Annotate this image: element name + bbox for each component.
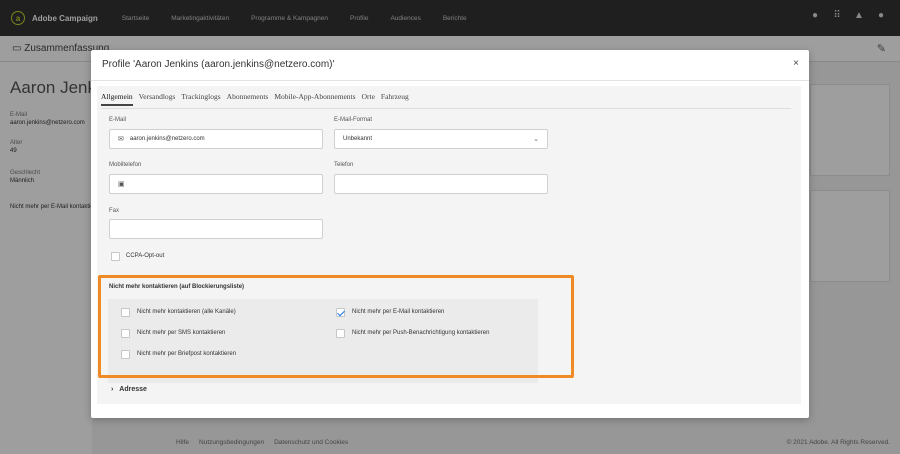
tab-tracking-logs[interactable]: Trackinglogs: [181, 92, 220, 106]
highlight-box: [98, 275, 574, 378]
sms-icon: ▣: [118, 181, 125, 188]
ccpa-optout-checkbox[interactable]: [111, 252, 120, 261]
tab-subscriptions[interactable]: Abonnements: [227, 92, 269, 106]
tab-locations[interactable]: Orte: [362, 92, 375, 106]
divider: [91, 80, 809, 81]
profile-tabs: Allgemein Versandlogs Trackinglogs Abonn…: [101, 92, 409, 106]
footer: Hilfe Nutzungsbedingungen Datenschutz un…: [0, 430, 900, 454]
envelope-icon: ✉: [118, 136, 124, 143]
footer-link-privacy[interactable]: Datenschutz und Cookies: [274, 439, 348, 446]
chevron-down-icon: ⌄: [533, 136, 539, 143]
tab-delivery-logs[interactable]: Versandlogs: [139, 92, 176, 106]
phone-field[interactable]: [334, 174, 548, 194]
modal-title: Profile 'Aaron Jenkins (aaron.jenkins@ne…: [102, 59, 335, 70]
email-format-select[interactable]: Unbekannt ⌄: [334, 129, 548, 149]
tab-vehicle[interactable]: Fahrzeug: [381, 92, 409, 106]
footer-link-terms[interactable]: Nutzungsbedingungen: [199, 439, 264, 446]
copyright: © 2021 Adobe. All Rights Reserved.: [786, 439, 890, 446]
email-format-value: Unbekannt: [343, 136, 373, 142]
address-label: Adresse: [119, 386, 147, 393]
footer-link-help[interactable]: Hilfe: [176, 439, 189, 446]
close-icon[interactable]: ×: [793, 58, 799, 69]
chevron-right-icon: ›: [111, 386, 114, 393]
address-section-toggle[interactable]: › Adresse: [111, 386, 147, 393]
email-field-label: E-Mail: [109, 117, 127, 123]
phone-field-label: Telefon: [334, 162, 354, 168]
mobile-field-label: Mobiltelefon: [109, 162, 142, 168]
fax-field[interactable]: [109, 219, 323, 239]
ccpa-optout-label: CCPA-Opt-out: [126, 253, 165, 259]
tab-mobile-app-subscriptions[interactable]: Mobile-App-Abonnements: [274, 92, 355, 106]
fax-field-label: Fax: [109, 208, 120, 214]
email-format-label: E-Mail-Format: [334, 117, 373, 123]
tab-general[interactable]: Allgemein: [101, 92, 133, 106]
email-field[interactable]: ✉ aaron.jenkins@netzero.com: [109, 129, 323, 149]
tabs-divider: [101, 108, 791, 109]
email-field-value: aaron.jenkins@netzero.com: [129, 136, 205, 142]
mobile-field[interactable]: ▣: [109, 174, 323, 194]
